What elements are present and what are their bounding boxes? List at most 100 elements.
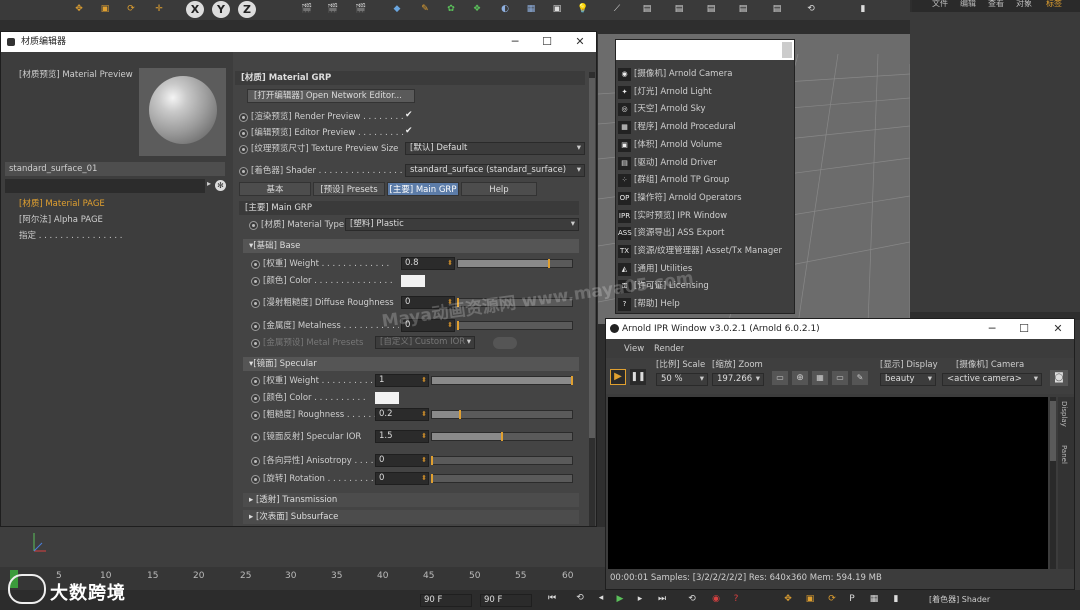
stepper-icon[interactable]: ⬍ <box>421 431 427 442</box>
tab-help[interactable]: Help <box>461 182 537 196</box>
frame-start-field[interactable]: 90 F <box>420 594 472 607</box>
page-assign[interactable]: 指定 . . . . . . . . . . . . . . . . <box>19 229 122 243</box>
key-scale-icon[interactable]: ▣ <box>803 588 817 610</box>
specular-section-header[interactable]: ▾[镜面] Specular <box>243 357 579 371</box>
menu-edit[interactable]: 编辑 <box>960 0 976 9</box>
key-param-icon[interactable]: P <box>845 588 859 610</box>
floor-icon[interactable]: ▦ <box>520 0 542 20</box>
specular-param-value[interactable]: 1.5 ⬍ <box>375 430 429 443</box>
specular-param-radio[interactable] <box>251 475 260 484</box>
slider-knob[interactable] <box>571 376 573 385</box>
material-editor-titlebar[interactable]: 材质编辑器 ─ ☐ ✕ <box>1 32 596 52</box>
key-rotate-icon[interactable]: ⟳ <box>825 588 839 610</box>
arnold-tool-7-icon[interactable]: ⟲ <box>800 0 822 20</box>
base-param-slider[interactable] <box>457 259 573 268</box>
cube-icon[interactable]: ◆ <box>386 0 408 20</box>
render-settings-icon[interactable]: 🎬 <box>350 0 372 20</box>
arnold-tool-icon[interactable]: ⟋ <box>606 0 628 20</box>
arnold-menu-item[interactable]: IPR [实时预览] IPR Window <box>616 208 794 225</box>
go-end-icon[interactable]: ⏭ <box>655 588 669 610</box>
subsurface-section-header[interactable]: ▸ [次表面] Subsurface <box>243 510 579 524</box>
camera-select[interactable]: <active camera> <box>942 373 1042 386</box>
arnold-tool-3-icon[interactable]: ▤ <box>668 0 690 20</box>
specular-param-value[interactable]: 0.2 ⬍ <box>375 408 429 421</box>
close-icon[interactable]: ✕ <box>1044 319 1072 339</box>
arnold-menu-item[interactable]: ASS [资源导出] ASS Export <box>616 225 794 242</box>
menu-tag[interactable]: 标签 <box>1046 0 1062 9</box>
arnold-menu-item[interactable]: ▣ [体积] Arnold Volume <box>616 137 794 154</box>
go-start-icon[interactable]: ⏮ <box>544 587 560 609</box>
menu-file[interactable]: 文件 <box>932 0 948 9</box>
ipr-scrollbar-thumb[interactable] <box>1050 401 1056 461</box>
frame-end-field[interactable]: 90 F <box>480 594 532 607</box>
arrow-right-icon[interactable]: ▸ <box>207 179 215 193</box>
base-param-radio[interactable] <box>251 277 260 286</box>
arnold-tool-8-icon[interactable]: ▮ <box>852 0 874 20</box>
close-icon[interactable]: ✕ <box>566 32 594 52</box>
open-editor-button[interactable]: [打开编辑器] Open Network Editor... <box>247 89 415 103</box>
arnold-tool-6-icon[interactable]: ▤ <box>766 0 788 20</box>
editor-preview-radio[interactable] <box>239 129 248 138</box>
specular-param-value[interactable]: 0 ⬍ <box>375 472 429 485</box>
slider-knob[interactable] <box>501 432 503 441</box>
scrollbar-thumb[interactable] <box>589 78 595 438</box>
zoom-field[interactable]: 197.266 <box>712 373 764 386</box>
render-region-icon[interactable]: 🎬 <box>296 0 318 20</box>
record-icon[interactable]: ⟲ <box>685 588 699 610</box>
arnold-menu-item[interactable]: ◎ [天空] Arnold Sky <box>616 101 794 118</box>
slider-knob[interactable] <box>548 259 551 268</box>
arnold-tool-5-icon[interactable]: ▤ <box>732 0 754 20</box>
arnold-tool-4-icon[interactable]: ▤ <box>700 0 722 20</box>
key-move-icon[interactable]: ✥ <box>781 588 795 610</box>
maximize-icon[interactable]: ☐ <box>533 32 561 52</box>
base-param-value[interactable]: 0.8 ⬍ <box>401 257 455 270</box>
page-alpha[interactable]: [阿尔法] Alpha PAGE <box>19 213 103 227</box>
arnold-menu-item[interactable]: OP [操作符] Arnold Operators <box>616 190 794 207</box>
play-icon[interactable]: ▶ <box>613 588 627 610</box>
ipr-menu-render[interactable]: Render <box>654 342 684 356</box>
arnold-menu-item[interactable]: ▤ [驱动] Arnold Driver <box>616 155 794 172</box>
shader-radio[interactable] <box>239 167 248 176</box>
transmission-section-header[interactable]: ▸ [透射] Transmission <box>243 493 579 507</box>
material-preview[interactable] <box>139 68 226 156</box>
record-key-icon[interactable]: ◉ <box>709 588 723 610</box>
color-swatch[interactable] <box>375 392 399 404</box>
specular-param-slider[interactable] <box>431 456 573 465</box>
slider-knob[interactable] <box>431 474 433 483</box>
display-select[interactable]: beauty <box>880 373 936 386</box>
maximize-icon[interactable]: ☐ <box>1010 319 1038 339</box>
ipr-render-view[interactable] <box>608 397 1048 569</box>
arnold-menu-item[interactable]: ⁘ [群组] Arnold TP Group <box>616 172 794 189</box>
base-param-radio[interactable] <box>251 299 260 308</box>
specular-param-slider[interactable] <box>431 376 573 385</box>
specular-param-value[interactable]: 0 ⬍ <box>375 454 429 467</box>
ipr-tool-1-icon[interactable]: ▭ <box>772 371 788 385</box>
generator-icon[interactable]: ✿ <box>440 0 462 20</box>
play-button[interactable]: ▶ <box>610 369 626 385</box>
arnold-menu-item[interactable]: ✦ [灯光] Arnold Light <box>616 84 794 101</box>
pen-icon[interactable]: ✎ <box>414 0 436 20</box>
material-name-field[interactable]: standard_surface_01 <box>5 162 225 176</box>
specular-param-slider[interactable] <box>431 410 573 419</box>
environment-icon[interactable]: ◐ <box>494 0 516 20</box>
light-icon[interactable]: 💡 <box>572 0 594 20</box>
base-param-radio[interactable] <box>251 339 260 348</box>
texture-size-select[interactable]: [默认] Default <box>405 142 585 155</box>
specular-param-radio[interactable] <box>251 457 260 466</box>
minimize-icon[interactable]: ─ <box>978 319 1006 339</box>
menu-object[interactable]: 对象 <box>1016 0 1032 9</box>
stepper-icon[interactable]: ⬍ <box>421 409 427 420</box>
base-param-radio[interactable] <box>251 322 260 331</box>
ipr-tool-4-icon[interactable]: ▭ <box>832 371 848 385</box>
arnold-menu-item[interactable]: TX [资源/纹理管理器] Asset/Tx Manager <box>616 243 794 260</box>
metal-presets-button[interactable] <box>493 337 517 349</box>
side-tab-display[interactable]: Display <box>1060 401 1068 427</box>
color-swatch[interactable] <box>401 275 425 287</box>
render-view-icon[interactable]: 🎬 <box>322 0 344 20</box>
timeline-icon[interactable]: ▮ <box>889 588 903 610</box>
slider-knob[interactable] <box>431 456 433 465</box>
grid-icon[interactable]: ▦ <box>867 588 881 610</box>
specular-param-radio[interactable] <box>251 411 260 420</box>
minimize-icon[interactable]: ─ <box>501 32 529 52</box>
base-param-slider[interactable] <box>457 321 573 330</box>
